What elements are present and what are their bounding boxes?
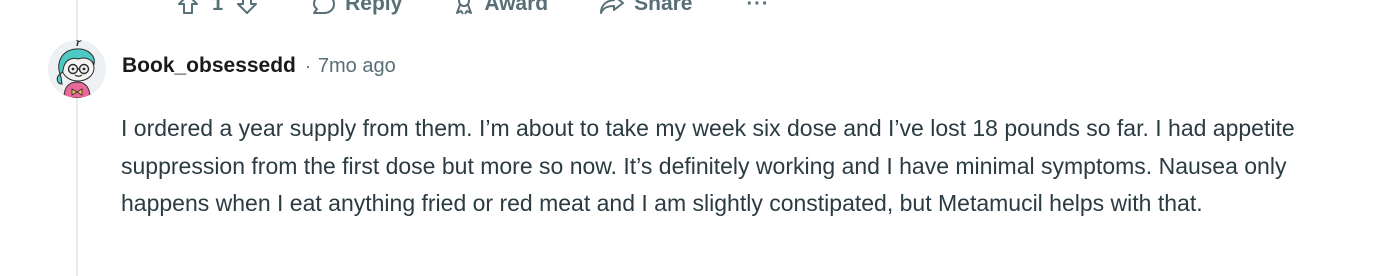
reply-label: Reply [345, 0, 403, 15]
speech-bubble-icon [311, 0, 337, 16]
share-button[interactable]: Share [598, 0, 693, 16]
previous-comment-action-bar: 1 Reply Award Share ··· [176, 0, 769, 20]
comment-meta: Book_obsessedd · 7mo ago [122, 54, 396, 78]
more-options-button[interactable]: ··· [747, 0, 770, 16]
meta-separator: · [304, 55, 311, 76]
avatar[interactable] [48, 40, 106, 98]
award-ribbon-icon [452, 0, 476, 16]
snoo-avatar-icon [48, 40, 106, 98]
author-username[interactable]: Book_obsessedd [122, 54, 296, 78]
comment-timestamp[interactable]: 7mo ago [318, 55, 396, 78]
comment-body: I ordered a year supply from them. I’m a… [121, 115, 1295, 216]
share-arrow-icon [598, 0, 626, 16]
upvote-arrow-icon[interactable] [176, 0, 200, 16]
award-label: Award [484, 0, 549, 15]
downvote-arrow-icon[interactable] [235, 0, 259, 16]
comment-thread: 1 Reply Award Share ··· Book_obsessedd ·… [0, 0, 1400, 276]
share-label: Share [634, 0, 693, 15]
comment-header: Book_obsessedd · 7mo ago [48, 40, 396, 98]
award-button[interactable]: Award [452, 0, 548, 16]
vote-count: 1 [212, 0, 224, 15]
reply-button[interactable]: Reply [311, 0, 402, 16]
vote-controls: 1 [176, 0, 259, 16]
